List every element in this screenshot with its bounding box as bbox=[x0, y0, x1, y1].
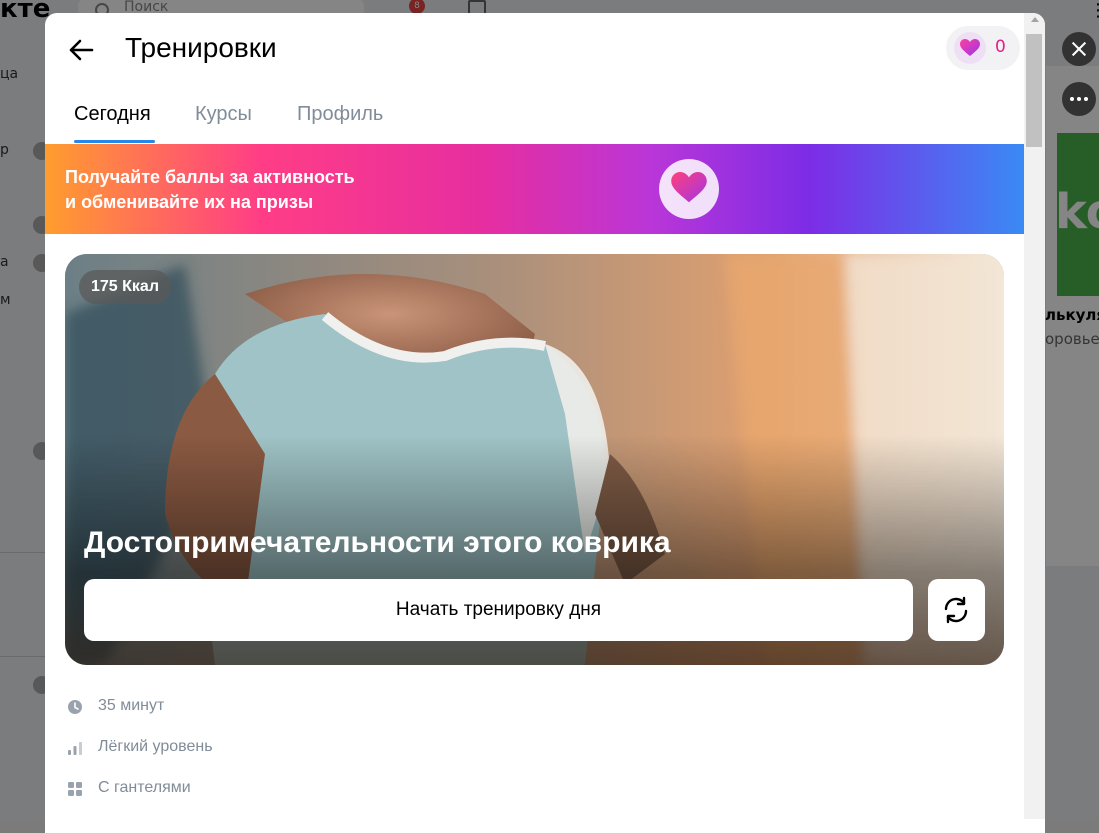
heart-icon bbox=[954, 32, 986, 64]
calories-badge: 175 Ккал bbox=[79, 270, 171, 304]
left-menu-divider bbox=[0, 552, 46, 553]
shuffle-workout-button[interactable] bbox=[928, 579, 985, 641]
workout-of-the-day-card: 175 Ккал Достопримечательности этого ков… bbox=[65, 254, 1004, 665]
tab-today[interactable]: Сегодня bbox=[74, 103, 151, 126]
equipment-grid-icon bbox=[68, 782, 82, 796]
left-menu-label: р bbox=[0, 142, 9, 158]
notification-badge: 8 bbox=[409, 0, 425, 14]
dot bbox=[1077, 97, 1081, 101]
refresh-icon bbox=[944, 596, 968, 624]
heart-icon bbox=[659, 159, 719, 219]
background-right-card-subtitle: оровье bbox=[1045, 330, 1099, 348]
modal-header: Тренировки 0 bbox=[45, 13, 1024, 83]
more-options-button[interactable] bbox=[1062, 82, 1096, 116]
active-tab-indicator bbox=[74, 140, 155, 143]
dot bbox=[1070, 97, 1074, 101]
dot bbox=[1084, 97, 1088, 101]
tab-courses[interactable]: Курсы bbox=[195, 103, 252, 126]
promo-text: Получайте баллы за активность и обменива… bbox=[65, 165, 355, 215]
level-bars-icon bbox=[68, 742, 82, 755]
workout-level-text: Лёгкий уровень bbox=[98, 738, 213, 755]
scrollbar-thumb[interactable] bbox=[1026, 34, 1042, 147]
tab-bar: Сегодня Курсы Профиль bbox=[45, 93, 1024, 145]
points-balance-button[interactable]: 0 bbox=[946, 26, 1020, 70]
points-count: 0 bbox=[995, 37, 1006, 57]
back-arrow-icon[interactable] bbox=[66, 35, 96, 65]
tab-profile[interactable]: Профиль bbox=[297, 103, 383, 126]
left-menu-label: ца bbox=[0, 66, 19, 82]
left-menu-label: а bbox=[0, 254, 9, 270]
workouts-modal: Тренировки 0 Сегодня Курсы Профиль Получ… bbox=[45, 13, 1045, 833]
left-menu-divider bbox=[0, 656, 46, 657]
start-workout-button[interactable]: Начать тренировку дня bbox=[84, 579, 913, 641]
modal-scrollbar[interactable] bbox=[1024, 13, 1045, 819]
background-left-menu: ца р а м bbox=[0, 0, 51, 819]
workout-equipment-text: С гантелями bbox=[98, 779, 191, 796]
close-modal-button[interactable] bbox=[1062, 32, 1096, 66]
clock-icon bbox=[68, 700, 82, 714]
scroll-up-arrow-icon[interactable] bbox=[1031, 17, 1039, 22]
background-right-card-title: лькуля bbox=[1045, 306, 1099, 324]
promo-line-2: и обменивайте их на призы bbox=[65, 192, 314, 212]
background-right-card-badge: ko bbox=[1055, 184, 1099, 240]
today-content: 175 Ккал Достопримечательности этого ков… bbox=[45, 234, 1024, 833]
workout-title: Достопримечательности этого коврика bbox=[84, 526, 671, 559]
left-menu-label: м bbox=[0, 292, 11, 308]
promo-line-1: Получайте баллы за активность bbox=[65, 167, 355, 187]
points-promo-banner[interactable]: Получайте баллы за активность и обменива… bbox=[45, 144, 1024, 234]
kebab-icon: ⋮ bbox=[1089, 0, 1099, 21]
page-title: Тренировки bbox=[125, 32, 277, 63]
workout-duration-text: 35 минут bbox=[98, 697, 165, 714]
